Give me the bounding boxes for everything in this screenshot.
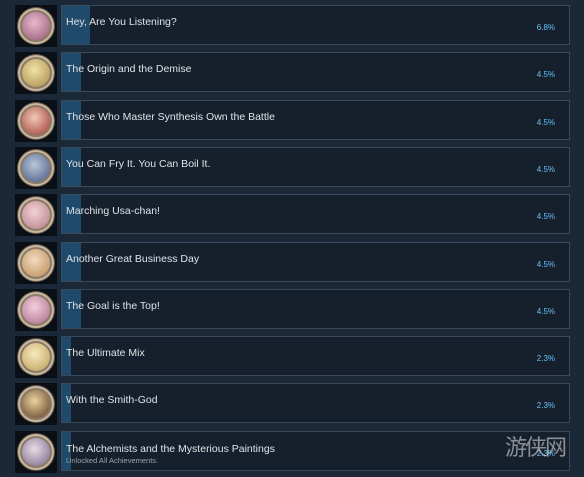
unlock-percentage: 4.5% <box>536 117 555 127</box>
unlock-percentage: 4.5% <box>536 306 555 316</box>
progress-bar: You Can Fry It. You Can Boil It. 4.5% <box>61 146 570 187</box>
achievement-icon-frame <box>15 5 57 47</box>
progress-bar: Those Who Master Synthesis Own the Battl… <box>61 99 570 140</box>
achievement-row[interactable]: Hey, Are You Listening? 6.8% <box>0 5 584 47</box>
watermark-logo: 游侠网 <box>505 436 567 461</box>
achievement-medal-portrait-icon <box>18 197 54 234</box>
achievement-medal-portrait-icon <box>18 8 54 44</box>
progress-bar: Hey, Are You Listening? 6.8% <box>61 5 570 45</box>
achievement-row[interactable]: The Ultimate Mix 2.3% <box>0 336 584 379</box>
achievement-row[interactable]: You Can Fry It. You Can Boil It. 4.5% <box>0 146 584 189</box>
achievement-medal-portrait-icon <box>18 433 54 470</box>
achievement-title: Marching Usa-chan! <box>66 205 160 218</box>
unlock-percentage: 4.5% <box>536 164 555 174</box>
progress-bar: The Alchemists and the Mysterious Painti… <box>61 430 570 471</box>
progress-bar: The Ultimate Mix 2.3% <box>61 336 570 377</box>
achievement-icon-frame <box>15 288 57 331</box>
achievement-row[interactable]: The Goal is the Top! 4.5% <box>0 288 584 331</box>
progress-bar: The Goal is the Top! 4.5% <box>61 288 570 329</box>
progress-bar: The Origin and the Demise 4.5% <box>61 52 570 93</box>
achievement-icon-frame <box>15 430 57 473</box>
achievement-subtitle: Unlocked All Achievements. <box>66 455 159 465</box>
achievement-title: Hey, Are You Listening? <box>66 16 177 28</box>
achievement-medal-portrait-icon <box>18 244 54 281</box>
achievement-icon-frame <box>15 146 57 189</box>
progress-bar: Marching Usa-chan! 4.5% <box>61 194 570 235</box>
unlock-percentage: 4.5% <box>536 212 555 222</box>
achievement-icon-frame <box>15 383 57 426</box>
achievement-medal-portrait-icon <box>18 386 54 423</box>
achievement-row[interactable]: The Alchemists and the Mysterious Painti… <box>0 430 584 473</box>
unlock-percentage: 2.3% <box>536 354 555 364</box>
achievement-row[interactable]: The Origin and the Demise 4.5% <box>0 52 584 95</box>
achievement-title: The Origin and the Demise <box>66 63 192 76</box>
achievement-icon-frame <box>15 336 57 379</box>
achievement-list: Hey, Are You Listening? 6.8% The Origin an… <box>0 0 584 477</box>
achievement-row[interactable]: Those Who Master Synthesis Own the Battl… <box>0 99 584 142</box>
achievement-title: Another Great Business Day <box>66 252 200 265</box>
achievement-title: With the Smith-God <box>66 394 158 407</box>
achievement-title: The Ultimate Mix <box>66 347 145 360</box>
unlock-percentage: 4.5% <box>536 259 555 269</box>
achievement-row[interactable]: With the Smith-God 2.3% <box>0 383 584 426</box>
unlock-percentage: 2.3% <box>536 401 555 411</box>
unlock-percentage: 6.8% <box>536 23 555 32</box>
achievement-title: Those Who Master Synthesis Own the Battl… <box>66 110 275 123</box>
achievement-title: The Goal is the Top! <box>66 299 160 312</box>
progress-bar: With the Smith-God 2.3% <box>61 383 570 424</box>
unlock-percentage: 4.5% <box>536 70 555 80</box>
achievement-medal-portrait-icon <box>18 55 54 92</box>
progress-bar: Another Great Business Day 4.5% <box>61 241 570 282</box>
achievement-row[interactable]: Another Great Business Day 4.5% <box>0 241 584 284</box>
achievement-icon-frame <box>15 241 57 284</box>
achievement-title: The Alchemists and the Mysterious Painti… <box>66 442 275 455</box>
achievement-medal-portrait-icon <box>18 291 54 328</box>
achievement-icon-frame <box>15 194 57 237</box>
achievement-icon-frame <box>15 99 57 142</box>
achievement-medal-portrait-icon <box>18 339 54 376</box>
achievement-title: You Can Fry It. You Can Boil It. <box>66 157 211 170</box>
achievement-medal-portrait-icon <box>18 149 54 186</box>
achievement-row[interactable]: Marching Usa-chan! 4.5% <box>0 194 584 237</box>
achievement-icon-frame <box>15 52 57 95</box>
achievement-medal-portrait-icon <box>18 102 54 139</box>
